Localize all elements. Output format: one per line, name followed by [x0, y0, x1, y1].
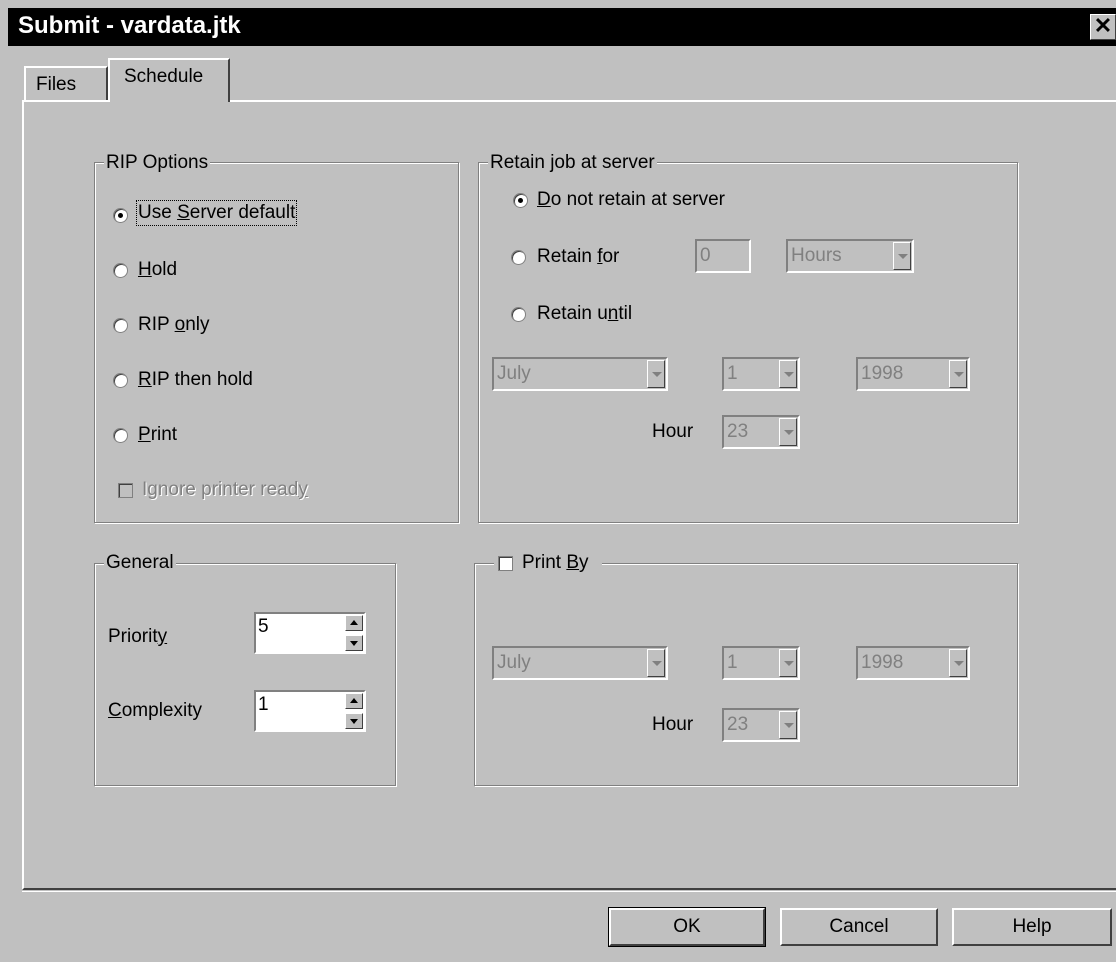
print-by-checkbox[interactable]: [498, 556, 513, 571]
tab-schedule[interactable]: Schedule: [108, 58, 230, 102]
priority-label: Priority: [108, 626, 168, 647]
spin-up-icon[interactable]: [345, 693, 363, 709]
cancel-button[interactable]: Cancel: [780, 908, 938, 946]
radio-hold[interactable]: [113, 263, 128, 278]
tab-schedule-label: Schedule: [124, 66, 204, 87]
print-by-month-select[interactable]: July: [492, 646, 668, 680]
retain-until-label[interactable]: Retain until: [537, 303, 632, 325]
radio-print[interactable]: [113, 428, 128, 443]
retain-unit-value: Hours: [791, 245, 842, 266]
chevron-down-icon: [647, 360, 665, 388]
tab-files-label: Files: [36, 74, 77, 95]
hold-label[interactable]: Hold: [138, 259, 177, 281]
spin-down-icon[interactable]: [345, 635, 363, 651]
complexity-value: 1: [258, 694, 269, 715]
radio-do-not-retain[interactable]: [513, 193, 528, 208]
radio-rip-only[interactable]: [113, 318, 128, 333]
print-by-hour-value: 23: [727, 714, 749, 735]
retain-day-select[interactable]: 1: [722, 357, 800, 391]
chevron-down-icon: [779, 418, 797, 446]
chevron-down-icon: [647, 649, 665, 677]
close-button[interactable]: ✕: [1090, 14, 1116, 40]
panel-divider: [22, 891, 1116, 892]
general-legend: General: [104, 552, 176, 574]
print-by-hour-select[interactable]: 23: [722, 708, 800, 742]
retain-job-group: [478, 162, 1018, 523]
tab-files[interactable]: Files: [24, 66, 108, 102]
do-not-retain-label[interactable]: Do not retain at server: [537, 189, 725, 211]
print-by-year-value: 1998: [861, 652, 904, 673]
print-by-year-select[interactable]: 1998: [856, 646, 970, 680]
chevron-down-icon: [949, 649, 967, 677]
rip-options-legend: RIP Options: [104, 152, 211, 174]
retain-month-select[interactable]: July: [492, 357, 668, 391]
retain-hour-label: Hour: [652, 421, 694, 442]
retain-for-label[interactable]: Retain for: [537, 246, 619, 268]
ignore-printer-ready-checkbox[interactable]: [118, 483, 133, 498]
rip-only-label[interactable]: RIP only: [138, 314, 209, 336]
retain-for-value: 0: [700, 245, 711, 266]
retain-job-legend: Retain job at server: [488, 152, 657, 174]
print-by-day-value: 1: [727, 652, 738, 673]
chevron-down-icon: [779, 711, 797, 739]
priority-value: 5: [258, 616, 269, 637]
radio-rip-then-hold[interactable]: [113, 373, 128, 388]
retain-month-value: July: [497, 363, 531, 384]
ok-button[interactable]: OK: [608, 907, 766, 947]
retain-unit-select[interactable]: Hours: [786, 239, 914, 273]
rip-then-hold-label[interactable]: RIP then hold: [138, 369, 253, 391]
radio-use-server-default[interactable]: [113, 208, 128, 223]
chevron-down-icon: [779, 360, 797, 388]
chevron-down-icon: [949, 360, 967, 388]
radio-retain-for[interactable]: [511, 250, 526, 265]
retain-hour-select[interactable]: 23: [722, 415, 800, 449]
retain-day-value: 1: [727, 363, 738, 384]
print-by-hour-label: Hour: [652, 714, 694, 735]
chevron-down-icon: [893, 242, 911, 270]
window-title: Submit - vardata.jtk: [18, 12, 241, 39]
complexity-stepper[interactable]: 1: [254, 690, 366, 732]
help-button[interactable]: Help: [952, 908, 1112, 946]
print-by-day-select[interactable]: 1: [722, 646, 800, 680]
title-bar: Submit - vardata.jtk ✕: [8, 8, 1116, 46]
radio-retain-until[interactable]: [511, 307, 526, 322]
retain-for-input[interactable]: 0: [695, 239, 751, 273]
retain-year-value: 1998: [861, 363, 904, 384]
retain-year-select[interactable]: 1998: [856, 357, 970, 391]
print-by-label[interactable]: Print By: [522, 552, 589, 574]
priority-stepper[interactable]: 5: [254, 612, 366, 654]
retain-hour-value: 23: [727, 421, 749, 442]
ignore-printer-ready-label: Ignore printer ready: [142, 479, 308, 500]
chevron-down-icon: [779, 649, 797, 677]
use-server-default-label[interactable]: Use Server default: [135, 200, 298, 226]
spin-down-icon[interactable]: [345, 713, 363, 729]
close-icon: ✕: [1093, 13, 1113, 38]
print-label[interactable]: Print: [138, 424, 177, 446]
print-by-month-value: July: [497, 652, 531, 673]
complexity-label: Complexity: [108, 700, 202, 721]
general-group: [94, 563, 396, 786]
spin-up-icon[interactable]: [345, 615, 363, 631]
